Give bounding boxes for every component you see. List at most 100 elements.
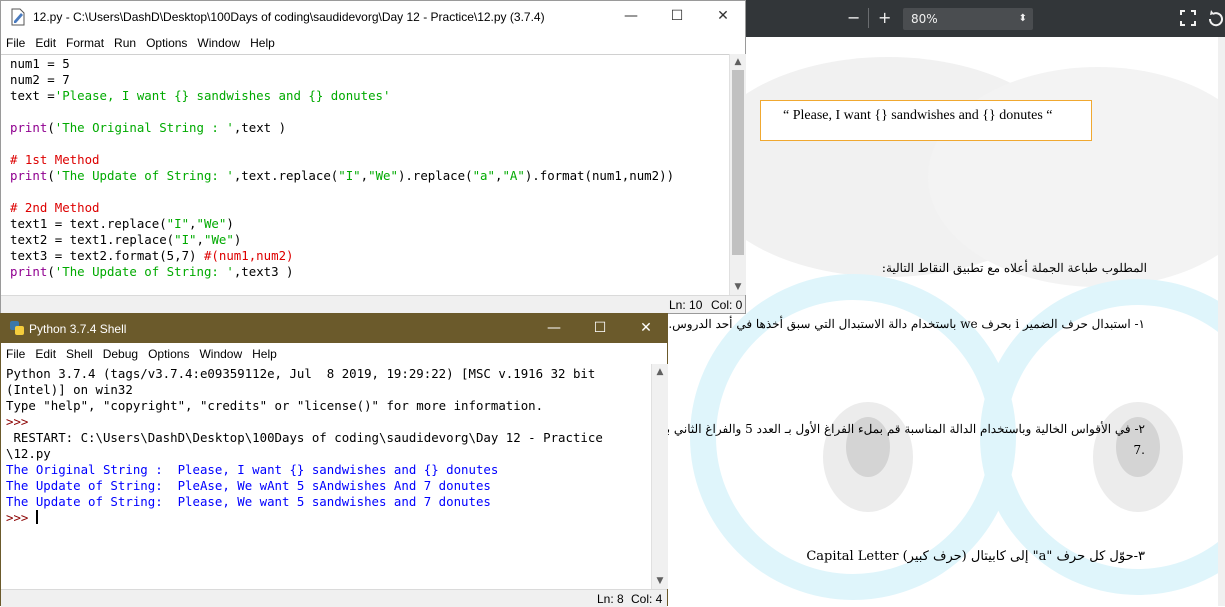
shell-menu-shell[interactable]: Shell (61, 344, 98, 361)
scroll-thumb[interactable] (732, 70, 744, 255)
python-icon (9, 320, 27, 338)
shell-scroll-down-arrow-icon[interactable]: ▼ (652, 573, 668, 589)
shell-menu-options[interactable]: Options (143, 344, 194, 361)
code-line-token: ).format(num1,num2)) (524, 168, 675, 183)
zoom-value: 80% (911, 12, 938, 26)
editor-menu-window[interactable]: Window (192, 33, 245, 50)
shell-line-token: The Original String : Please, I want {} … (6, 462, 499, 477)
shell-menu-debug[interactable]: Debug (98, 344, 143, 361)
editor-menu-edit[interactable]: Edit (30, 33, 61, 50)
zoom-in-button[interactable]: + (878, 9, 891, 27)
idle-file-icon (9, 8, 27, 26)
shell-menu-help[interactable]: Help (247, 344, 282, 361)
code-line-token: text2 = text1.replace( (10, 232, 175, 247)
shell-maximize-button[interactable]: ☐ (577, 314, 623, 343)
code-line-token: #(num1,num2) (203, 248, 294, 263)
code-line-token: ) (226, 216, 234, 231)
pdf-toolbar: − + 80% ⬍ (745, 0, 1225, 37)
shell-menu-file[interactable]: File (1, 344, 30, 361)
code-line: # 2nd Method (10, 200, 674, 216)
code-line: # 1st Method (10, 152, 674, 168)
chevron-updown-icon: ⬍ (1018, 13, 1027, 24)
editor-menu-options[interactable]: Options (141, 33, 192, 50)
shell-menu-window[interactable]: Window (194, 344, 247, 361)
code-line: text3 = text2.format(5,7) #(num1,num2) (10, 248, 674, 264)
editor-menu-file[interactable]: File (1, 33, 30, 50)
shell-line-number: Ln: 8 (597, 592, 624, 606)
shell-menubar: File Edit Shell Debug Options Window Help (1, 344, 667, 364)
code-line-token: "I" (174, 232, 197, 247)
shell-scroll-up-arrow-icon[interactable]: ▲ (652, 364, 668, 380)
shell-line-token: The Update of String: PleAse, We wAnt 5 … (6, 478, 491, 493)
shell-line: >>> (6, 414, 603, 430)
code-line: print('The Update of String: ',text3 ) (10, 264, 674, 280)
code-line-token: print (10, 120, 48, 135)
shell-minimize-button[interactable]: — (531, 314, 577, 343)
shell-line: Type "help", "copyright", "credits" or "… (6, 398, 603, 414)
shell-line: The Update of String: Please, We want 5 … (6, 494, 603, 510)
editor-titlebar[interactable]: 12.py - C:\Users\DashD\Desktop\100Days o… (1, 1, 745, 32)
editor-scrollbar[interactable]: ▲ ▼ (729, 54, 746, 295)
item-2-text: ٢- في الأقواس الخالية وباستخدام الدالة ا… (668, 422, 1145, 436)
code-line-token: 'The Update of String: ' (54, 168, 234, 183)
shell-titlebar[interactable]: Python 3.7.4 Shell — ☐ ✕ (1, 314, 667, 343)
toolbar-divider (868, 8, 869, 28)
quote-text: “ Please, I want {} sandwishes and {} do… (783, 108, 1053, 123)
shell-text-area[interactable]: Python 3.7.4 (tags/v3.7.4:e09359112e, Ju… (1, 364, 651, 589)
zoom-select[interactable]: 80% ⬍ (903, 8, 1033, 30)
code-line-token: ( (47, 168, 55, 183)
code-line-token: print (10, 168, 48, 183)
editor-menu-help[interactable]: Help (245, 33, 280, 50)
shell-scrollbar[interactable]: ▲ ▼ (651, 364, 668, 589)
rotate-icon[interactable] (1207, 9, 1223, 27)
editor-code[interactable]: num1 = 5 num2 = 7 text ='Please, I want {}… (10, 56, 674, 280)
shell-line: >>> (6, 510, 603, 526)
code-line-token: "We" (203, 232, 234, 247)
code-line-token: "I" (338, 168, 361, 183)
fit-page-icon[interactable] (1180, 10, 1196, 26)
shell-line: The Original String : Please, I want {} … (6, 462, 603, 478)
code-line-token: ( (47, 120, 55, 135)
editor-text-area[interactable]: num1 = 5 num2 = 7 text ='Please, I want {}… (1, 54, 729, 295)
shell-output[interactable]: Python 3.7.4 (tags/v3.7.4:e09359112e, Ju… (6, 366, 603, 526)
shell-line: Python 3.7.4 (tags/v3.7.4:e09359112e, Ju… (6, 366, 603, 382)
shell-menu-edit[interactable]: Edit (30, 344, 61, 361)
editor-window: 12.py - C:\Users\DashD\Desktop\100Days o… (0, 0, 746, 314)
shell-line-token: Python 3.7.4 (tags/v3.7.4:e09359112e, Ju… (6, 366, 596, 381)
code-line: text1 = text.replace("I","We") (10, 216, 674, 232)
code-line-token: , (196, 232, 204, 247)
code-line-token: ,text.replace( (233, 168, 339, 183)
scroll-up-arrow-icon[interactable]: ▲ (730, 54, 746, 70)
editor-menu-format[interactable]: Format (61, 33, 109, 50)
text-cursor (35, 510, 38, 524)
pdf-scrollbar[interactable] (1218, 37, 1225, 606)
pdf-page: “ Please, I want {} sandwishes and {} do… (668, 37, 1225, 606)
code-line-token: text1 = text.replace( (10, 216, 167, 231)
close-button[interactable]: ✕ (700, 1, 746, 32)
code-line-token: text = (10, 88, 55, 103)
zoom-out-button[interactable]: − (847, 9, 860, 27)
editor-col-number: Col: 0 (711, 298, 743, 312)
code-line-token: "I" (166, 216, 190, 231)
shell-statusbar: Ln: 8 Col: 4 (1, 589, 667, 607)
code-line-token: ,text ) (233, 120, 287, 135)
code-line-token: ) (233, 232, 242, 247)
scroll-down-arrow-icon[interactable]: ▼ (730, 279, 746, 295)
code-line-token: ,text3 ) (233, 264, 294, 279)
editor-menu-run[interactable]: Run (109, 33, 141, 50)
code-line: num1 = 5 (10, 56, 674, 72)
maximize-button[interactable]: ☐ (654, 1, 700, 32)
code-line-token: 'Please, I want {} sandwishes and {} don… (54, 88, 391, 103)
shell-line: RESTART: C:\Users\DashD\Desktop\100Days … (6, 430, 602, 446)
minimize-button[interactable]: — (608, 1, 654, 32)
code-line-token: ( (47, 264, 55, 279)
code-line: num2 = 7 (10, 72, 674, 88)
shell-line-token: >>> (6, 414, 36, 429)
shell-line-token: \12.py (6, 446, 51, 461)
shell-close-button[interactable]: ✕ (623, 314, 669, 343)
code-line-token: text3 = text2.format(5,7) (10, 248, 204, 263)
editor-title: 12.py - C:\Users\DashD\Desktop\100Days o… (33, 10, 545, 24)
shell-title: Python 3.7.4 Shell (29, 322, 127, 336)
code-line-token: # 1st Method (10, 152, 100, 167)
